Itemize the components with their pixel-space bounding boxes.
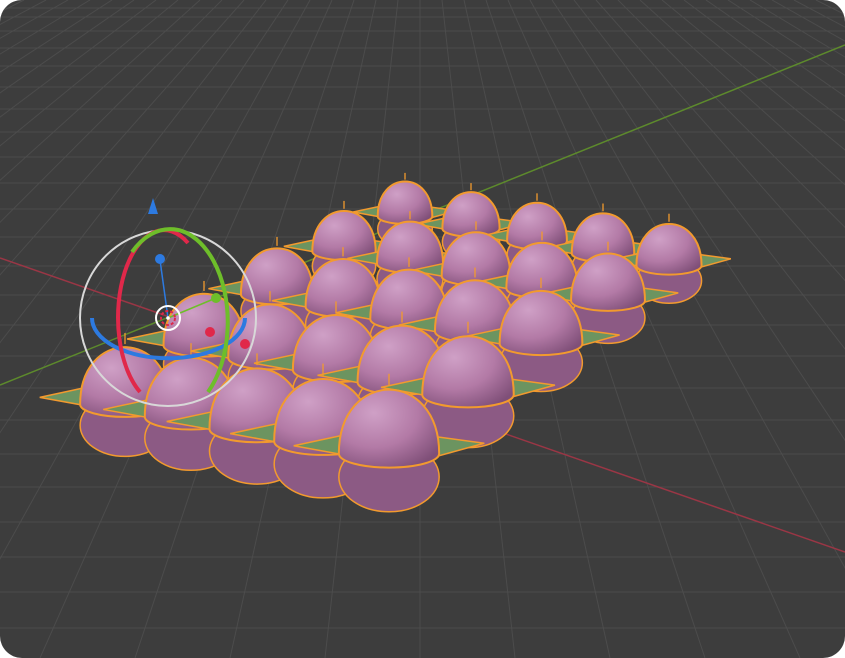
z-axis-arrow-icon: [148, 198, 158, 214]
gizmo-z-handle[interactable]: [155, 254, 165, 264]
egg-array[interactable]: [39, 172, 732, 513]
3d-viewport[interactable]: [0, 0, 845, 658]
gizmo-x-handle-a[interactable]: [205, 327, 215, 337]
gizmo-x-handle-b[interactable]: [240, 339, 250, 349]
gizmo-y-handle[interactable]: [211, 293, 221, 303]
viewport-canvas[interactable]: [0, 0, 845, 658]
